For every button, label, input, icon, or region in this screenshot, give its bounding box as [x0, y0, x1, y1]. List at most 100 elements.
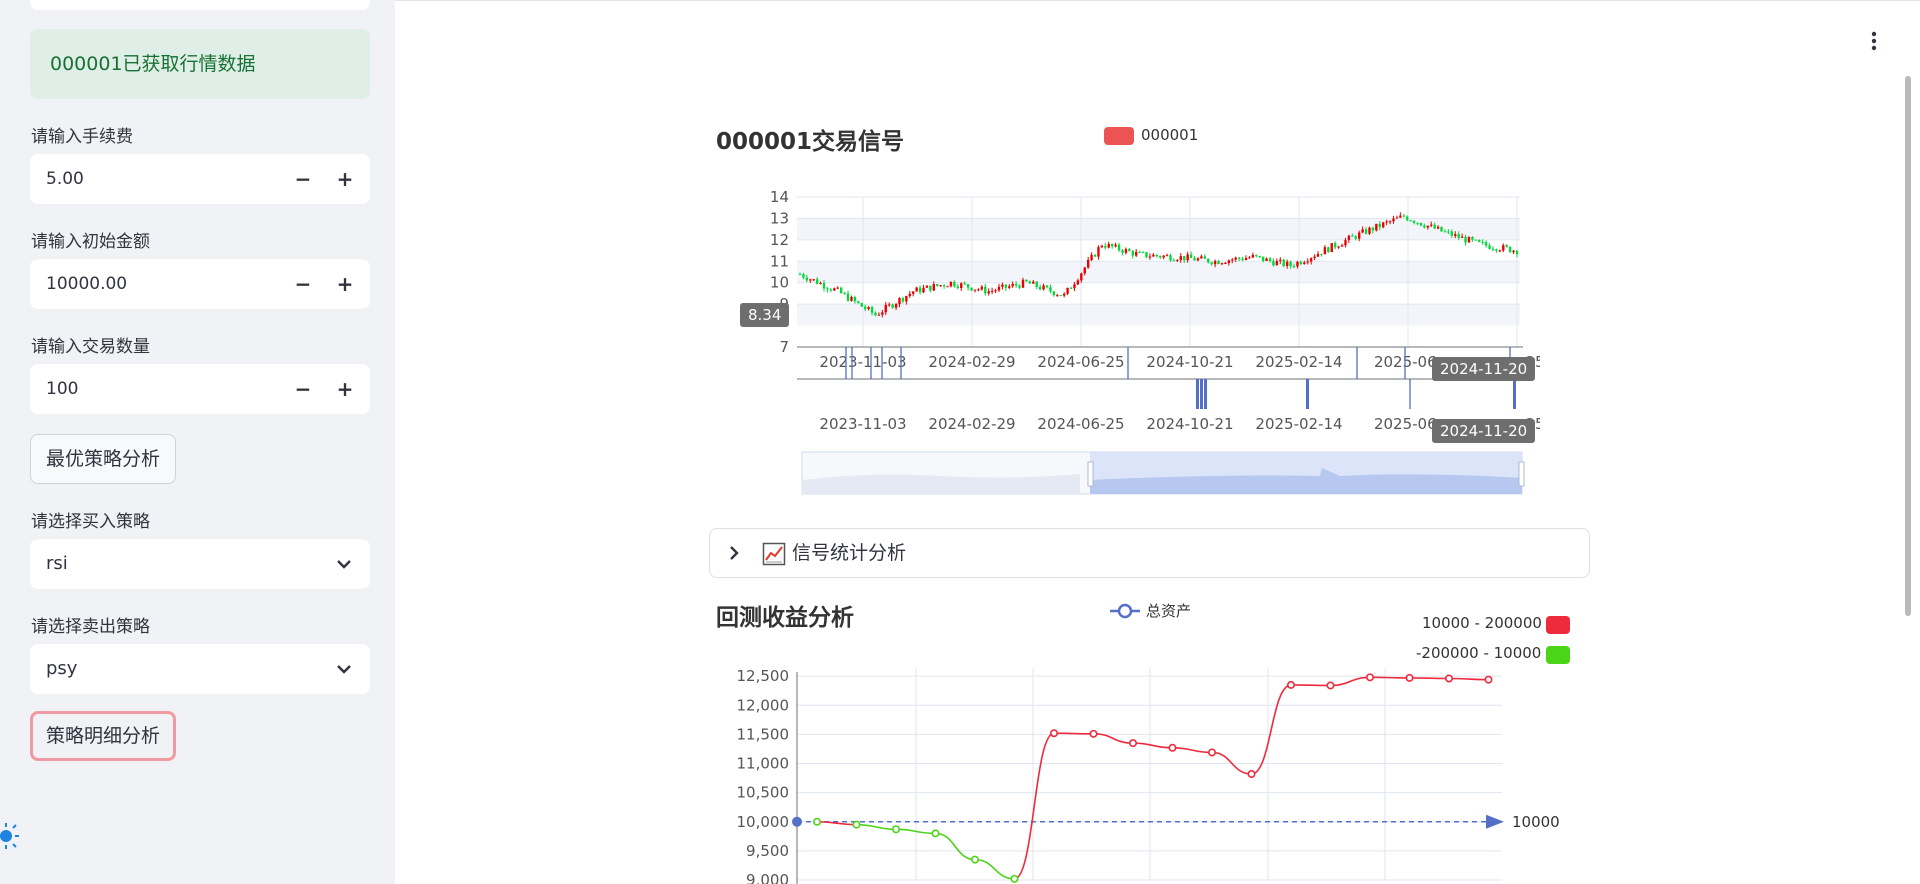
- candle-body: [1354, 236, 1357, 239]
- volume-bar: [1200, 379, 1203, 409]
- candle-body: [912, 291, 915, 294]
- candle-body: [1419, 222, 1423, 226]
- capital-input[interactable]: 10000.00 − +: [30, 259, 370, 309]
- candle-body: [1183, 256, 1186, 261]
- candle-body: [1093, 254, 1097, 257]
- candle-body: [1217, 261, 1220, 264]
- equity-point: [931, 829, 940, 838]
- kline-chart[interactable]: 7910111213142023-11-032023-11-032024-02-…: [720, 180, 1540, 500]
- chevron-down-icon[interactable]: [334, 554, 354, 574]
- fee-increment-button[interactable]: +: [326, 154, 364, 204]
- qty-decrement-button[interactable]: −: [284, 364, 322, 414]
- equity-y-tick: 9,500: [746, 842, 789, 860]
- volume-x-tick: 2023-11-03: [819, 415, 906, 433]
- fee-decrement-button[interactable]: −: [284, 154, 322, 204]
- equity-point: [1444, 674, 1453, 683]
- more-menu-icon[interactable]: [1868, 30, 1880, 52]
- candle-body: [846, 293, 850, 301]
- candle-body: [1069, 287, 1073, 289]
- equity-chart[interactable]: 9,000 9,500 10,000 10,500 11,000 11,500 12,000…: [720, 650, 1570, 884]
- strategy-detail-button[interactable]: 策略明细分析: [30, 711, 177, 761]
- sell-strategy-select[interactable]: psy: [30, 644, 370, 694]
- x-axis-pointer-label-2: 2024-11-20: [1432, 419, 1536, 443]
- candle-body: [1114, 244, 1117, 247]
- signal-legend-label[interactable]: 000001: [1141, 126, 1198, 144]
- qty-increment-button[interactable]: +: [326, 364, 364, 414]
- candle-body: [1231, 259, 1234, 261]
- candle-body: [1179, 256, 1182, 261]
- candle-body: [1464, 236, 1467, 243]
- candle-body: [942, 285, 946, 287]
- candle-body: [1176, 260, 1179, 262]
- equity-y-tick: 9,000: [746, 871, 789, 884]
- asset-legend-label[interactable]: 总资产: [1146, 600, 1191, 621]
- volume-x-tick: 2024-02-29: [928, 415, 1015, 433]
- candle-body: [980, 286, 984, 290]
- piece-high-label[interactable]: 10000 - 200000: [1422, 614, 1542, 632]
- kline-y-tick: 12: [770, 231, 789, 249]
- candle-body: [925, 285, 929, 288]
- candle-body: [1251, 254, 1255, 258]
- equity-line-segment: [974, 858, 1015, 880]
- candle-body: [1460, 236, 1464, 238]
- equity-line-segment: [1448, 677, 1489, 681]
- sun-icon[interactable]: [0, 820, 24, 852]
- asset-legend-icon[interactable]: [1108, 600, 1142, 622]
- candle-body: [1059, 295, 1062, 297]
- candle-body: [874, 312, 877, 316]
- markline-arrow: [1486, 814, 1504, 829]
- capital-value[interactable]: 10000.00: [46, 259, 127, 309]
- candle-body: [1433, 224, 1436, 229]
- candle-body: [1138, 251, 1141, 253]
- signal-legend-swatch[interactable]: [1104, 127, 1134, 145]
- candle-body: [1399, 215, 1402, 218]
- equity-point: [971, 855, 980, 864]
- candle-body: [1357, 232, 1361, 239]
- scrollbar[interactable]: [1905, 76, 1911, 616]
- candle-body: [997, 286, 1001, 291]
- candle-body: [887, 304, 891, 306]
- chevron-right-icon[interactable]: [728, 544, 740, 562]
- equity-point: [1286, 680, 1295, 689]
- candle-body: [918, 287, 922, 293]
- candle-body: [1344, 240, 1347, 246]
- capital-increment-button[interactable]: +: [326, 259, 364, 309]
- equity-line-segment: [1093, 733, 1134, 744]
- kline-x-tick: 2024-06-25: [1037, 353, 1124, 371]
- optimal-strategy-button[interactable]: 最优策略分析: [30, 434, 177, 484]
- piece-high-swatch[interactable]: [1546, 616, 1570, 634]
- candle-body: [1330, 243, 1333, 253]
- candle-body: [1014, 283, 1018, 286]
- fee-value[interactable]: 5.00: [46, 154, 84, 204]
- candle-body: [1385, 221, 1388, 223]
- candle-body: [977, 289, 980, 291]
- qty-input[interactable]: 100 − +: [30, 364, 370, 414]
- candle-body: [1402, 215, 1405, 217]
- capital-label: 请输入初始金额: [31, 232, 150, 252]
- volume-bar: [1513, 379, 1516, 409]
- equity-y-tick: 12,500: [737, 667, 790, 685]
- candle-body: [1128, 249, 1131, 252]
- sell-strategy-label: 请选择卖出策略: [31, 617, 150, 637]
- fee-input[interactable]: 5.00 − +: [30, 154, 370, 204]
- signal-stats-expander[interactable]: 信号统计分析: [709, 528, 1590, 578]
- candle-body: [819, 283, 822, 285]
- candle-body: [1004, 284, 1008, 288]
- capital-decrement-button[interactable]: −: [284, 259, 322, 309]
- kline-y-tick: 10: [770, 274, 789, 292]
- candle-body: [1467, 237, 1471, 243]
- sidebar-top-field[interactable]: [30, 0, 370, 10]
- buy-strategy-value: rsi: [46, 553, 68, 574]
- candle-body: [1186, 254, 1189, 261]
- candle-body: [877, 314, 881, 316]
- candle-body: [1309, 258, 1313, 262]
- signal-stats-label[interactable]: 信号统计分析: [792, 529, 906, 577]
- buy-strategy-select[interactable]: rsi: [30, 539, 370, 589]
- chevron-down-icon[interactable]: [334, 659, 354, 679]
- candle-body: [932, 284, 935, 291]
- candle-body: [826, 288, 829, 290]
- kline-x-tick: 2024-02-29: [928, 353, 1015, 371]
- equity-y-tick: 11,000: [737, 755, 790, 773]
- qty-value[interactable]: 100: [46, 364, 78, 414]
- candle-body: [1258, 256, 1261, 258]
